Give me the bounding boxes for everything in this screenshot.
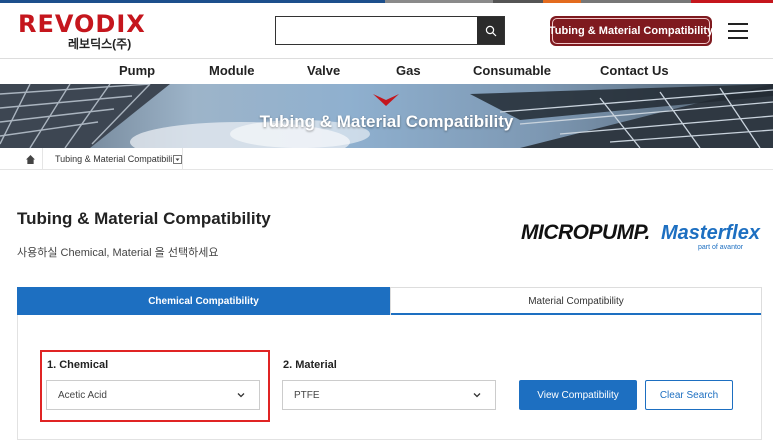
breadcrumb-current-dropdown[interactable]: Tubing & Material Compatibili: [43, 148, 183, 170]
search-button[interactable]: [477, 17, 504, 44]
chemical-label: 1. Chemical: [47, 359, 109, 371]
home-icon: [25, 154, 35, 164]
main-nav: Pump Module Valve Gas Consumable Contact…: [0, 58, 773, 84]
page-subtitle: 사용하실 Chemical, Material 을 선택하세요: [17, 247, 219, 259]
breadcrumb: Tubing & Material Compatibili: [0, 148, 773, 170]
masterflex-logo: Masterflex: [661, 222, 760, 244]
nav-item-valve[interactable]: Valve: [307, 63, 340, 78]
logo-text: REVODIX: [18, 10, 146, 38]
search-icon: [485, 25, 496, 36]
material-select-value: PTFE: [294, 389, 320, 401]
home-link[interactable]: [18, 148, 43, 170]
nav-item-module[interactable]: Module: [209, 63, 255, 78]
menu-icon[interactable]: [728, 23, 748, 39]
nav-item-consumable[interactable]: Consumable: [473, 63, 551, 78]
chevron-down-icon: [173, 154, 182, 164]
banner-title: Tubing & Material Compatibility: [259, 112, 514, 131]
page-banner: Tubing & Material Compatibility: [0, 84, 773, 148]
chevron-down-icon: [473, 393, 481, 398]
view-compatibility-button[interactable]: View Compatibility: [519, 380, 637, 410]
chemical-select[interactable]: Acetic Acid: [46, 380, 260, 410]
compatibility-button-label: Tubing & Material Compatibility: [549, 18, 713, 44]
revodix-logo[interactable]: REVODIX 레보딕스(주): [18, 10, 146, 51]
compatibility-button[interactable]: Tubing & Material Compatibility: [549, 16, 713, 46]
nav-item-gas[interactable]: Gas: [396, 63, 421, 78]
logo-subtext: 레보딕스(주): [68, 37, 132, 51]
chevron-down-icon: [237, 393, 245, 398]
page-title: Tubing & Material Compatibility: [17, 209, 271, 228]
clear-search-button[interactable]: Clear Search: [645, 380, 733, 410]
tab-chemical-compatibility[interactable]: Chemical Compatibility: [17, 287, 390, 315]
breadcrumb-current-label: Tubing & Material Compatibili: [55, 154, 173, 164]
material-label: 2. Material: [283, 359, 337, 371]
compatibility-tabs: Chemical Compatibility Material Compatib…: [17, 287, 762, 315]
micropump-logo: MICROPUMP.: [521, 221, 650, 244]
chemical-select-value: Acetic Acid: [58, 389, 107, 401]
search-input[interactable]: [275, 16, 505, 45]
site-header: REVODIX 레보딕스(주) Tubing & Material Compat…: [0, 3, 773, 58]
tab-material-compatibility[interactable]: Material Compatibility: [390, 287, 762, 315]
nav-item-pump[interactable]: Pump: [119, 63, 155, 78]
masterflex-tagline: part of avantor: [698, 244, 744, 251]
material-select[interactable]: PTFE: [282, 380, 496, 410]
nav-item-contact-us[interactable]: Contact Us: [600, 63, 669, 78]
